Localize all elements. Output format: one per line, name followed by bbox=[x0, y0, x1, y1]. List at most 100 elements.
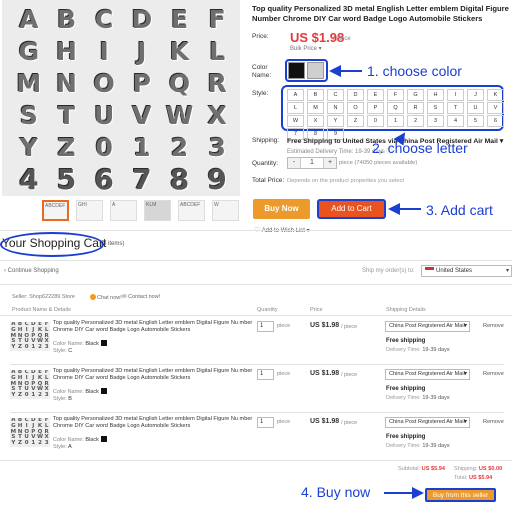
item-style-value: B bbox=[68, 396, 72, 402]
item-shipping-value: China Post Registered Air Mail bbox=[389, 371, 465, 377]
item-price: US $1.98 bbox=[310, 418, 340, 425]
item-thumbnail[interactable]: ABCDEFGHIJKLMNOPQRSTUVWXYZ0123 bbox=[10, 322, 50, 351]
item-quantity-input[interactable]: 1 bbox=[257, 321, 274, 332]
item-delivery-label: Delivery Time: bbox=[386, 443, 421, 449]
item-color: Color Name: Black bbox=[53, 388, 107, 395]
arrow-style bbox=[393, 132, 406, 146]
item-style-label: Style: bbox=[53, 444, 67, 450]
item-style-label: Style: bbox=[53, 348, 67, 354]
header-shipping: Shipping Details bbox=[386, 307, 426, 313]
item-title[interactable]: Top quality Personalized 3D metal Englis… bbox=[53, 320, 253, 334]
item-delivery-label: Delivery Time: bbox=[386, 395, 421, 401]
item-thumbnail[interactable]: ABCDEFGHIJKLMNOPQRSTUVWXYZ0123 bbox=[10, 418, 50, 447]
item-color-label: Color Name: bbox=[53, 389, 84, 395]
thumb-glyph: 2 bbox=[38, 344, 42, 351]
item-title[interactable]: Top quality Personalized 3D metal Englis… bbox=[53, 368, 253, 382]
item-free-shipping: Free shipping bbox=[386, 434, 426, 440]
order-total: Total: US $5.94 bbox=[454, 475, 492, 481]
annotation-step1: 1. choose color bbox=[367, 63, 462, 79]
item-shipping-select[interactable]: China Post Registered Air Mail ▾ bbox=[385, 369, 470, 380]
item-delivery-value: 19-39 days bbox=[422, 347, 450, 353]
item-remove-link[interactable]: Remove bbox=[483, 371, 504, 377]
row-divider bbox=[10, 364, 504, 365]
color-chip bbox=[100, 436, 107, 442]
item-quantity-input[interactable]: 1 bbox=[257, 417, 274, 428]
header-price: Price bbox=[310, 307, 323, 313]
mail-icon: ✉ bbox=[122, 294, 127, 300]
item-style-value: A bbox=[68, 444, 72, 450]
thumb-glyph: 2 bbox=[38, 392, 42, 399]
total-label: Total: bbox=[454, 475, 468, 481]
header-product: Product Name & Details bbox=[12, 307, 71, 313]
item-shipping-select[interactable]: China Post Registered Air Mail ▾ bbox=[385, 321, 470, 332]
item-color-value: Black bbox=[85, 389, 99, 395]
continue-shopping-link[interactable]: ‹ Continue Shopping bbox=[4, 268, 59, 274]
item-quantity-input[interactable]: 1 bbox=[257, 369, 274, 380]
item-color: Color Name: Black bbox=[53, 340, 107, 347]
chat-now-link[interactable]: Chat now! bbox=[90, 294, 122, 301]
chevron-down-icon: ▾ bbox=[463, 419, 467, 425]
chevron-down-icon: ▾ bbox=[463, 323, 467, 329]
item-style: Style: B bbox=[53, 396, 72, 402]
shipping-total-label: Shipping: bbox=[454, 466, 478, 472]
item-color-label: Color Name: bbox=[53, 341, 84, 347]
divider bbox=[0, 315, 512, 316]
divider bbox=[0, 284, 512, 285]
item-thumbnail[interactable]: ABCDEFGHIJKLMNOPQRSTUVWXYZ0123 bbox=[10, 370, 50, 399]
item-price: US $1.98 bbox=[310, 322, 340, 329]
item-price-unit: / piece bbox=[341, 324, 358, 330]
item-color-value: Black bbox=[85, 437, 99, 443]
item-remove-link[interactable]: Remove bbox=[483, 419, 504, 425]
chat-icon bbox=[90, 294, 96, 300]
color-chip bbox=[100, 340, 107, 346]
item-delivery-time: Delivery Time: 19-39 days bbox=[386, 443, 450, 449]
divider bbox=[0, 460, 512, 461]
chat-label: Chat now! bbox=[97, 295, 122, 301]
contact-now-link[interactable]: ✉ Contact now! bbox=[122, 294, 160, 300]
thumb-glyph: 0 bbox=[24, 440, 29, 447]
annotation-step4: 4. Buy now bbox=[301, 484, 371, 500]
shipping-total: Shipping: US $0.00 bbox=[454, 466, 502, 472]
country-select[interactable]: United States ▾ bbox=[421, 265, 512, 277]
buy-from-seller-button[interactable]: Buy from this seller bbox=[425, 488, 496, 502]
cart-header-divider bbox=[0, 260, 512, 261]
item-quantity-unit: piece bbox=[277, 419, 291, 425]
thumb-glyph: Y bbox=[11, 344, 16, 351]
item-delivery-time: Delivery Time: 19-39 days bbox=[386, 395, 450, 401]
item-price-unit: / piece bbox=[341, 372, 358, 378]
item-free-shipping: Free shipping bbox=[386, 338, 426, 344]
item-delivery-value: 19-39 days bbox=[422, 395, 450, 401]
item-free-shipping: Free shipping bbox=[386, 386, 426, 392]
total-value: US $5.94 bbox=[468, 475, 493, 481]
item-style-label: Style: bbox=[53, 396, 67, 402]
thumb-glyph: 0 bbox=[24, 392, 29, 399]
item-shipping-value: China Post Registered Air Mail bbox=[389, 323, 465, 329]
item-title[interactable]: Top quality Personalized 3D metal Englis… bbox=[53, 416, 253, 430]
thumb-glyph: 3 bbox=[44, 392, 49, 399]
cart-item-count: (3 items) bbox=[101, 241, 125, 247]
item-style-value: C bbox=[68, 348, 73, 354]
item-quantity-unit: piece bbox=[277, 323, 291, 329]
item-delivery-time: Delivery Time: 19-39 days bbox=[386, 347, 450, 353]
header-quantity: Quantity bbox=[257, 307, 278, 313]
item-price: US $1.98 bbox=[310, 370, 340, 377]
item-color-value: Black bbox=[85, 341, 99, 347]
country-value: United States bbox=[436, 268, 473, 274]
cart-title-highlight bbox=[0, 232, 104, 257]
color-chip bbox=[100, 388, 107, 394]
shipping-total-value: US $0.00 bbox=[478, 466, 503, 472]
chevron-down-icon: ▾ bbox=[463, 371, 467, 377]
thumb-glyph: 1 bbox=[31, 392, 36, 399]
item-delivery-value: 19-39 days bbox=[422, 443, 450, 449]
item-remove-link[interactable]: Remove bbox=[483, 323, 504, 329]
item-shipping-select[interactable]: China Post Registered Air Mail ▾ bbox=[385, 417, 470, 428]
item-shipping-value: China Post Registered Air Mail bbox=[389, 419, 465, 425]
contact-label: Contact now! bbox=[128, 294, 161, 300]
ship-to-label: Ship my order(s) to: bbox=[362, 268, 415, 274]
thumb-glyph: Y bbox=[11, 440, 16, 447]
seller-name[interactable]: Seller: Shop622289 Store bbox=[12, 294, 75, 300]
subtotal-value: US $5.94 bbox=[421, 466, 445, 472]
row-divider bbox=[10, 412, 504, 413]
thumb-glyph: Z bbox=[17, 440, 22, 447]
item-color-label: Color Name: bbox=[53, 437, 84, 443]
